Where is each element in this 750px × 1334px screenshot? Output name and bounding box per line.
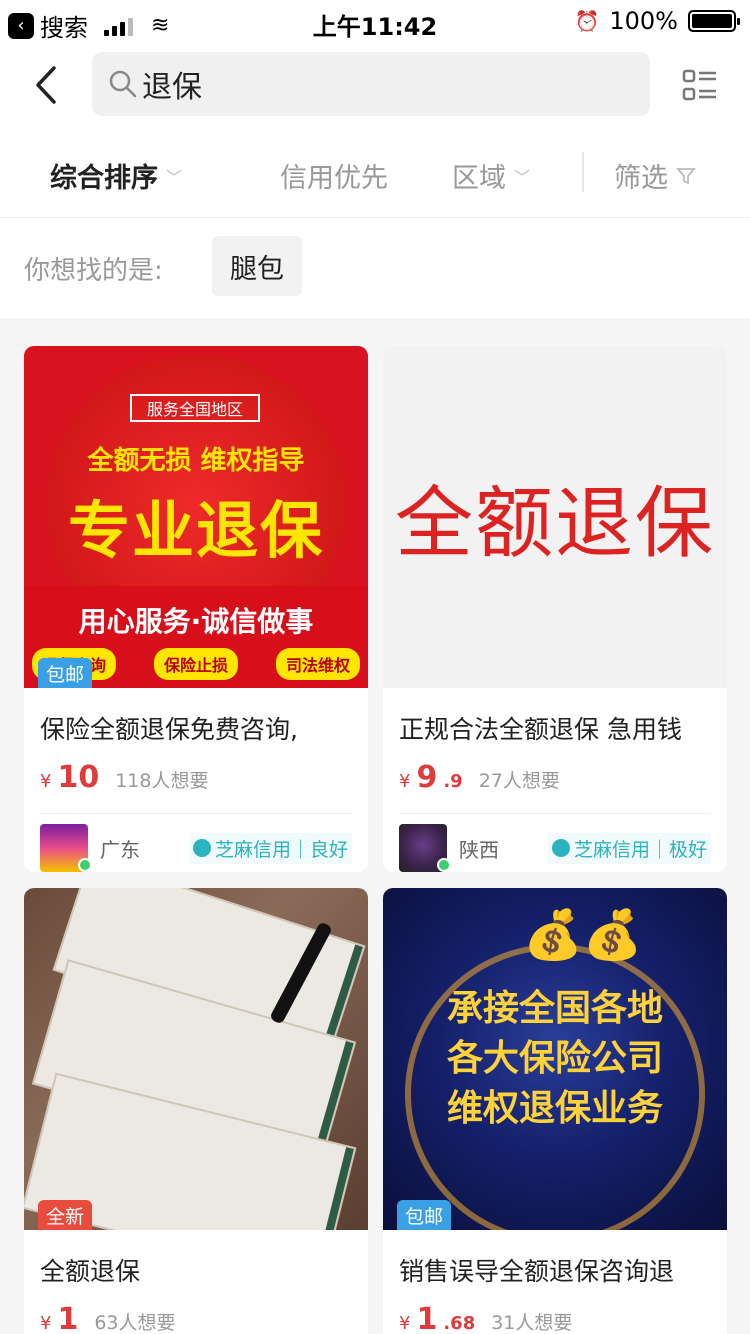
credit-label: 芝麻信用｜极好 xyxy=(573,838,707,861)
product-card[interactable]: 💰💰 承接全国各地 各大保险公司 维权退保业务 包邮 销售误导全额退保咨询退 ¥… xyxy=(383,888,727,1334)
sesame-credit-icon xyxy=(551,839,570,857)
product-title: 正规合法全额退保 急用钱 xyxy=(399,715,682,744)
product-card[interactable]: 全额退保 正规合法全额退保 急用钱 ¥ 9.9 27人想要 陕西 芝麻信用｜极好 xyxy=(383,346,727,872)
search-box[interactable] xyxy=(92,52,650,116)
search-input[interactable] xyxy=(142,66,622,102)
credit-badge: 芝麻信用｜良好 xyxy=(188,832,352,864)
sort-credit-first-label: 信用优先 xyxy=(280,163,388,194)
price-row: ¥ 1.68 31人想要 xyxy=(399,1302,711,1334)
want-count: 118人想要 xyxy=(115,770,209,792)
sort-comprehensive[interactable]: 综合排序 ﹀ xyxy=(50,156,182,195)
product-image: 服务全国地区 全额无损 维权指导 专业退保 用心服务·诚信做事 退保咨询 保险止… xyxy=(24,346,368,688)
product-title: 销售误导全额退保咨询退 xyxy=(399,1257,675,1286)
image-text: 服务全国地区 xyxy=(130,394,260,422)
suggestion-label: 你想找的是: xyxy=(24,256,163,286)
chevron-down-icon: ﹀ xyxy=(166,167,183,187)
seller-row: 陕西 芝麻信用｜极好 xyxy=(399,814,711,872)
image-text: 承接全国各地 xyxy=(446,988,663,1029)
product-image: 全额退保 xyxy=(383,346,727,688)
free-shipping-tag: 包邮 xyxy=(397,1200,452,1230)
back-arrow-icon[interactable] xyxy=(28,60,68,110)
credit-label: 芝麻信用｜良好 xyxy=(214,838,348,861)
sort-comprehensive-label: 综合排序 xyxy=(50,163,158,194)
product-card[interactable]: 服务全国地区 全额无损 维权指导 专业退保 用心服务·诚信做事 退保咨询 保险止… xyxy=(24,346,368,872)
want-count: 27人想要 xyxy=(478,770,560,792)
price-decimal: .68 xyxy=(443,1313,476,1334)
currency-symbol: ¥ xyxy=(399,771,411,792)
price-row: ¥ 1 63人想要 xyxy=(40,1302,352,1334)
product-title: 全额退保 xyxy=(40,1257,141,1286)
search-icon xyxy=(109,70,137,98)
list-view-icon[interactable] xyxy=(682,68,718,104)
region-dropdown[interactable]: 区域 ﹀ xyxy=(452,156,530,195)
battery-icon xyxy=(688,10,740,32)
suggestion-bar: 你想找的是: 腿包 xyxy=(0,218,750,318)
brand-new-tag: 全新 xyxy=(38,1200,93,1230)
currency-symbol: ¥ xyxy=(40,771,52,792)
price: 10 xyxy=(57,760,100,795)
divider xyxy=(582,152,584,192)
credit-badge: 芝麻信用｜极好 xyxy=(547,832,711,864)
want-count: 63人想要 xyxy=(94,1312,176,1334)
suggestion-chip[interactable]: 腿包 xyxy=(212,236,302,296)
seller-region: 广东 xyxy=(100,837,140,862)
filter-button[interactable]: 筛选 xyxy=(614,156,696,195)
funnel-icon xyxy=(676,167,696,184)
status-bar: ‹ 搜索 ≋ 上午11:42 ⏰ 100% xyxy=(0,0,750,42)
want-count: 31人想要 xyxy=(491,1312,573,1334)
image-text: 专业退保 xyxy=(67,494,324,567)
money-bag-icon: 💰💰 xyxy=(523,907,643,963)
image-text: 保险止损 xyxy=(153,648,238,680)
currency-symbol: ¥ xyxy=(399,1313,411,1334)
price: 1 xyxy=(57,1302,79,1334)
image-text: 各大保险公司 xyxy=(446,1038,663,1079)
online-dot xyxy=(437,858,451,872)
product-title: 保险全额退保免费咨询, xyxy=(40,715,298,744)
battery-percent: 100% xyxy=(609,7,678,35)
price-row: ¥ 9.9 27人想要 xyxy=(399,760,711,795)
sort-credit-first[interactable]: 信用优先 xyxy=(280,156,388,195)
seller-row: 广东 芝麻信用｜良好 xyxy=(40,814,352,872)
product-image: 全新 xyxy=(24,888,368,1230)
region-label: 区域 xyxy=(452,163,506,194)
sesame-credit-icon xyxy=(192,839,211,857)
alarm-icon: ⏰ xyxy=(574,9,600,33)
price-row: ¥ 10 118人想要 xyxy=(40,760,352,795)
product-card[interactable]: 全新 全额退保 ¥ 1 63人想要 xyxy=(24,888,368,1334)
free-shipping-tag: 包邮 xyxy=(38,658,93,688)
currency-symbol: ¥ xyxy=(40,1313,52,1334)
filter-bar: 综合排序 ﹀ 信用优先 区域 ﹀ 筛选 xyxy=(0,132,750,218)
filter-label: 筛选 xyxy=(614,163,668,194)
image-text: 司法维权 xyxy=(275,648,360,680)
seller-region: 陕西 xyxy=(459,837,499,862)
image-text: 全额无损 维权指导 xyxy=(87,446,305,476)
price: 1 xyxy=(416,1302,438,1334)
chevron-down-icon: ﹀ xyxy=(514,167,531,187)
online-dot xyxy=(78,858,92,872)
price: 9 xyxy=(416,760,438,795)
image-text: 全额退保 xyxy=(394,479,715,569)
product-image: 💰💰 承接全国各地 各大保险公司 维权退保业务 包邮 xyxy=(383,888,727,1230)
search-header xyxy=(0,42,750,132)
price-decimal: .9 xyxy=(443,771,463,792)
image-text: 用心服务·诚信做事 xyxy=(78,605,314,638)
image-text: 维权退保业务 xyxy=(446,1088,663,1129)
